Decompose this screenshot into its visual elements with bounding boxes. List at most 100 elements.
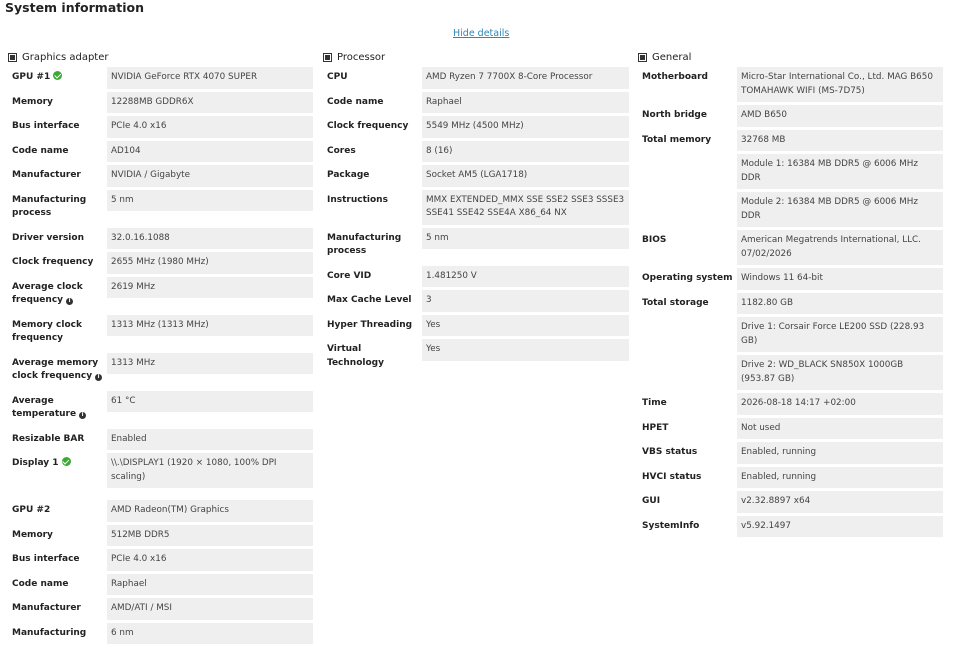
- row-label: Manufacturing process: [323, 228, 422, 263]
- row-value: 1313 MHz (1313 MHz): [107, 314, 313, 336]
- row-value: Micro-Star International Co., Ltd. MAG B…: [737, 67, 943, 102]
- processor-rows: CPU AMD Ryzen 7 7700X 8-Core Processor Cod…: [323, 67, 629, 377]
- info-icon[interactable]: i: [95, 374, 103, 381]
- general-header: General: [638, 50, 943, 64]
- row-label-text: GPU #1: [12, 72, 51, 82]
- row-values: 2026-08-18 14:17 +02:00: [737, 393, 943, 415]
- row-value: Windows 11 64-bit: [737, 268, 943, 290]
- row-label-text: Bus interface: [12, 554, 80, 564]
- row-values: 6 nm: [107, 622, 313, 644]
- row-label: Time: [638, 393, 737, 415]
- graphics-adapter-section: Graphics adapter GPU #1 NVIDIA GeForce RT…: [8, 50, 313, 647]
- row-value: 2655 MHz (1980 MHz): [107, 252, 313, 274]
- graphics-row-memory-clock-frequency: Memory clock frequency 1313 MHz (1313 MHz…: [8, 314, 313, 350]
- processor-row-core-vid: Core VID 1.481250 V: [323, 265, 629, 288]
- row-value: 1313 MHz: [107, 352, 313, 374]
- row-label-text: Average temperature: [12, 395, 77, 420]
- row-values: 2655 MHz (1980 MHz): [107, 252, 313, 274]
- row-value: 8 (16): [422, 140, 629, 162]
- row-label: Hyper Threading: [323, 315, 422, 337]
- row-label: Clock frequency: [323, 116, 422, 138]
- check-circle-icon: [53, 71, 63, 80]
- row-label-text: North bridge: [642, 110, 707, 120]
- processor-row-cpu: CPU AMD Ryzen 7 7700X 8-Core Processor: [323, 67, 629, 89]
- row-label: SystemInfo: [638, 516, 737, 538]
- graphics-row-average-temperature: Average temperature i 61 °C: [8, 390, 313, 426]
- hide-details-link[interactable]: Hide details: [453, 28, 509, 39]
- row-value: Module 2: 16384 MB DDR5 @ 6006 MHz DDR: [737, 192, 943, 227]
- processor-row-clock-frequency: Clock frequency 5549 MHz (4500 MHz): [323, 116, 629, 138]
- graphics-row-memory: Memory 512MB DDR5: [8, 524, 313, 547]
- info-icon[interactable]: i: [79, 412, 87, 419]
- general-title: General: [652, 51, 692, 63]
- row-values: \\.\DISPLAY1 (1920 × 1080, 100% DPI scal…: [107, 453, 313, 488]
- row-value: 5 nm: [107, 189, 313, 211]
- graphics-row-code-name: Code name AD104: [8, 140, 313, 162]
- row-value: AD104: [107, 140, 313, 162]
- processor-section: Processor CPU AMD Ryzen 7 7700X 8-Core Pr…: [323, 50, 629, 377]
- row-label-text: GUI: [642, 496, 661, 506]
- row-label-text: VBS status: [642, 447, 698, 457]
- graphics-row-bus-interface: Bus interface PCIe 4.0 x16: [8, 549, 313, 571]
- row-label-text: Code name: [12, 578, 69, 589]
- row-label: Operating system: [638, 268, 737, 290]
- row-values: Raphael: [422, 91, 629, 113]
- row-value: Enabled: [107, 428, 313, 450]
- row-values: Not used: [737, 417, 943, 439]
- square-bullet-icon: [638, 52, 647, 62]
- row-label: GPU #1: [8, 67, 107, 89]
- processor-row-manufacturing-process: Manufacturing process 5 nm: [323, 227, 629, 263]
- row-label: Virtual Technology: [323, 339, 422, 374]
- row-values: 2619 MHz: [107, 276, 313, 312]
- general-row-vbs-status: VBS status Enabled, running: [638, 442, 943, 464]
- row-value: MMX EXTENDED_MMX SSE SSE2 SSE3 SSSE3 SSE…: [422, 189, 629, 225]
- row-value: 61 °C: [107, 390, 313, 412]
- row-values: 12288MB GDDR6X: [107, 91, 313, 113]
- row-values: 512MB DDR5: [107, 524, 313, 546]
- row-label: Core VID: [323, 266, 422, 288]
- row-label: Memory: [8, 525, 107, 547]
- row-label: BIOS: [638, 230, 737, 265]
- general-row-systeminfo: SystemInfo v5.92.1497: [638, 515, 943, 538]
- row-label-text: Manufacturing process: [327, 232, 402, 257]
- processor-row-instructions: Instructions MMX EXTENDED_MMX SSE SSE2 SS…: [323, 189, 629, 225]
- row-label-text: Cores: [327, 145, 356, 156]
- row-label-text: SystemInfo: [642, 520, 700, 531]
- row-label: CPU: [323, 67, 422, 89]
- row-label-text: Total storage: [642, 297, 709, 308]
- general-row-north-bridge: North bridge AMD B650: [638, 105, 943, 127]
- row-label: Cores: [323, 141, 422, 163]
- row-value: v2.32.8897 x64: [737, 491, 943, 513]
- row-label: Bus interface: [8, 549, 107, 571]
- graphics-row-average-memory-clock-frequency: Average memory clock frequency i 1313 MHz: [8, 352, 313, 388]
- row-values: PCIe 4.0 x16: [107, 116, 313, 138]
- row-values: 1313 MHz: [107, 352, 313, 388]
- row-label-text: Code name: [12, 145, 69, 156]
- row-label: Display 1: [8, 453, 107, 488]
- row-values: Windows 11 64-bit: [737, 268, 943, 290]
- row-value: Yes: [422, 314, 629, 336]
- row-values: 61 °C: [107, 390, 313, 426]
- row-values: Socket AM5 (LGA1718): [422, 165, 629, 187]
- graphics-row-gpu-1: GPU #1 NVIDIA GeForce RTX 4070 SUPER: [8, 67, 313, 89]
- general-row-motherboard: Motherboard Micro-Star International Co.,…: [638, 67, 943, 102]
- info-icon[interactable]: i: [66, 298, 74, 305]
- row-label: Driver version: [8, 228, 107, 250]
- row-values: 1313 MHz (1313 MHz): [107, 314, 313, 350]
- general-row-operating-system: Operating system Windows 11 64-bit: [638, 268, 943, 290]
- row-value: Not used: [737, 417, 943, 439]
- row-label: VBS status: [638, 442, 737, 464]
- check-circle-icon: [61, 457, 71, 466]
- row-label: Instructions: [323, 190, 422, 225]
- row-label: HVCI status: [638, 467, 737, 489]
- row-label: Total memory: [638, 130, 737, 228]
- row-label: North bridge: [638, 105, 737, 127]
- row-value: Module 1: 16384 MB DDR5 @ 6006 MHz DDR: [737, 154, 943, 189]
- row-values: 1.481250 V: [422, 265, 629, 287]
- graphics-row-resizable-bar: Resizable BAR Enabled: [8, 428, 313, 450]
- row-values: AD104: [107, 140, 313, 162]
- row-label: GPU #2: [8, 500, 107, 522]
- row-values: v5.92.1497: [737, 515, 943, 537]
- square-bullet-icon: [8, 52, 17, 62]
- row-label-text: Package: [327, 170, 370, 180]
